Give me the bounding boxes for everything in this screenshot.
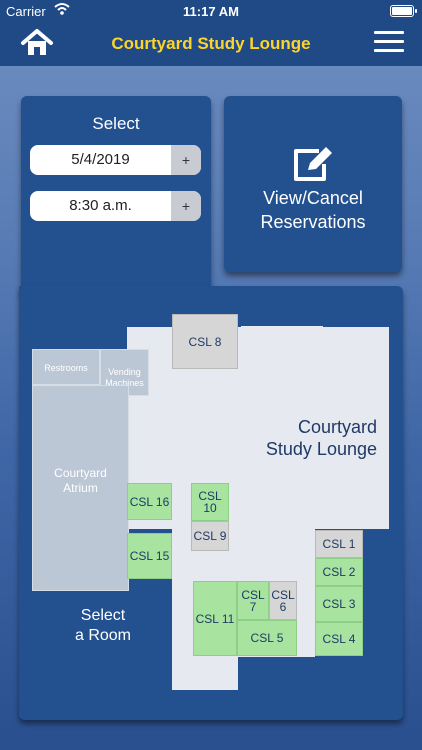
reservations-label-line2: Reservations [260, 212, 366, 232]
atrium-label-1: Courtyard [54, 466, 107, 480]
restrooms-area: Restrooms [32, 349, 100, 385]
select-title: Select [92, 114, 140, 133]
reservations-label-line1: View/Cancel [263, 188, 363, 208]
vending-label-1: Vending [108, 367, 141, 377]
select-room-line1: Select [80, 607, 126, 624]
room-csl-1[interactable]: CSL 1 [315, 530, 363, 558]
select-panel: Select 5/4/2019 + 8:30 a.m. + [21, 96, 211, 296]
lounge-floor-top [241, 326, 323, 362]
lounge-label: Courtyard Study Lounge [229, 416, 377, 460]
room-csl-11[interactable]: CSL 11 [193, 581, 237, 656]
room-csl-16[interactable]: CSL 16 [127, 483, 172, 520]
lounge-label-1: Courtyard [297, 417, 377, 437]
room-csl-8[interactable]: CSL 8 [172, 314, 238, 369]
clock: 11:17 AM [183, 4, 239, 19]
status-bar: Carrier 11:17 AM [0, 0, 422, 22]
room-csl-2[interactable]: CSL 2 [315, 558, 363, 586]
edit-icon [291, 146, 335, 189]
nav-bar: Courtyard Study Lounge [0, 22, 422, 66]
room-csl-3[interactable]: CSL 3 [315, 586, 363, 622]
room-csl-7[interactable]: CSL 7 [237, 581, 269, 620]
menu-icon[interactable] [374, 31, 404, 53]
date-increment-button[interactable]: + [171, 145, 201, 175]
view-cancel-reservations-button[interactable]: View/Cancel Reservations [224, 96, 402, 272]
room-csl-5[interactable]: CSL 5 [237, 620, 297, 656]
room-csl-10[interactable]: CSL 10 [191, 483, 229, 521]
battery-icon [390, 5, 417, 17]
select-room-line2: a Room [74, 627, 132, 644]
room-csl-6[interactable]: CSL 6 [269, 581, 297, 620]
time-increment-button[interactable]: + [171, 191, 201, 221]
lounge-label-2: Study Lounge [265, 439, 377, 459]
atrium-area: Courtyard Atrium [32, 385, 129, 591]
floor-map-panel: Restrooms Vending Machines Courtyard Atr… [19, 286, 403, 720]
room-csl-15[interactable]: CSL 15 [127, 533, 172, 579]
atrium-label-2: Atrium [63, 481, 98, 495]
reservations-label: View/Cancel Reservations [224, 186, 402, 234]
select-room-prompt: Select a Room [63, 606, 143, 646]
restrooms-label: Restrooms [44, 363, 88, 373]
date-picker[interactable]: 5/4/2019 + [30, 145, 201, 175]
page-title: Courtyard Study Lounge [111, 34, 311, 53]
room-csl-9[interactable]: CSL 9 [191, 521, 229, 551]
date-value[interactable]: 5/4/2019 [30, 145, 171, 175]
time-value[interactable]: 8:30 a.m. [30, 191, 171, 221]
time-picker[interactable]: 8:30 a.m. + [30, 191, 201, 221]
room-csl-4[interactable]: CSL 4 [315, 622, 363, 656]
